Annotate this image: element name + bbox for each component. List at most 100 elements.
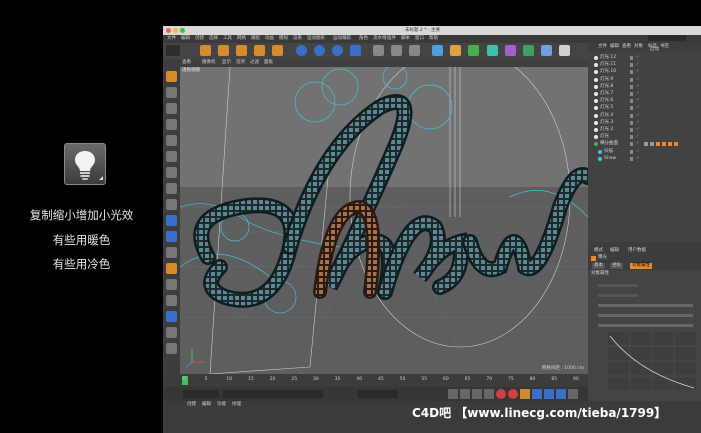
scale-key-button[interactable] [556,389,566,399]
visibility-toggle[interactable] [630,149,633,154]
material-menu-function[interactable]: 功能 [217,402,226,408]
enabled-check-icon[interactable]: ✓ [636,98,640,104]
menu-item[interactable]: 窗口 [415,36,424,42]
viewport-menu-panel[interactable]: 面板 [264,60,273,66]
obj-menu-object[interactable]: 对象 [634,44,643,50]
material-menu-edit[interactable]: 编辑 [202,402,211,408]
end-frame-field[interactable]: 90 F [358,390,398,407]
viewport-menu-options[interactable]: 选项 [236,60,245,66]
object-row[interactable]: 细分曲面 ✓ [592,141,697,148]
position-key-button[interactable] [532,389,542,399]
attr-tab-coord[interactable]: 坐标 [610,263,623,269]
visibility-toggle[interactable] [630,106,633,111]
mode-button[interactable] [166,135,177,146]
mode-button[interactable] [166,103,177,114]
visibility-toggle[interactable] [630,84,633,89]
obj-menu-edit[interactable]: 编辑 [610,44,619,50]
maximize-window-button[interactable] [180,28,185,33]
menu-item[interactable]: 运动跟踪 [333,36,351,42]
viewport-menu-filter[interactable]: 过滤 [250,60,259,66]
close-window-button[interactable] [166,28,171,33]
attr-menu-mode[interactable]: 模式 [594,248,603,254]
object-row[interactable]: 灯光.12 ✓ [592,55,697,62]
minimize-window-button[interactable] [173,28,178,33]
enabled-check-icon[interactable]: ✓ [636,77,640,83]
visibility-toggle[interactable] [630,120,633,125]
mode-button[interactable] [166,71,177,82]
coordinate-system-button[interactable] [349,45,361,56]
camera-button[interactable] [540,45,552,56]
mode-button[interactable] [166,87,177,98]
perspective-viewport[interactable]: 透视视图 网格间距 : 1000 cm [180,67,588,374]
y-axis-button[interactable] [313,45,325,56]
mode-button[interactable] [166,327,177,338]
menu-item[interactable]: 脚本 [401,36,410,42]
visibility-toggle[interactable] [630,99,633,104]
subdivision-button[interactable] [468,45,480,56]
prev-frame-button[interactable] [460,389,470,399]
material-menu-texture[interactable]: 纹理 [232,402,241,408]
z-axis-button[interactable] [331,45,343,56]
next-frame-button[interactable] [484,389,494,399]
visibility-toggle[interactable] [630,77,633,82]
attr-slider[interactable] [598,304,693,307]
mode-button[interactable] [166,247,177,258]
menu-item[interactable]: 动画 [265,36,274,42]
menu-item[interactable]: 插件 [387,36,396,42]
viewport-menu-display[interactable]: 显示 [222,60,231,66]
falloff-curve-graph[interactable] [608,332,696,390]
object-row[interactable]: 灯光.3 ✓ [592,120,697,127]
attr-field[interactable] [598,284,638,287]
menu-item[interactable]: 角色 [359,36,368,42]
layout-dropdown[interactable]: 启动 [648,35,686,52]
enabled-check-icon[interactable]: ✓ [636,84,640,90]
mode-button[interactable] [166,167,177,178]
attr-tab-basic[interactable]: 基本 [592,263,605,269]
cube-object-button[interactable] [432,45,444,56]
x-axis-button[interactable] [295,45,307,56]
add-tool-button[interactable] [272,45,284,56]
menu-item[interactable]: 编辑 [181,36,190,42]
menu-item[interactable]: 流水线 [373,36,387,42]
menu-item[interactable]: 帮助 [429,36,438,42]
material-tag-icon[interactable] [644,142,648,147]
obj-menu-file[interactable]: 文件 [598,44,607,50]
enabled-check-icon[interactable]: ✓ [636,149,640,155]
visibility-toggle[interactable] [630,92,633,96]
keyframe-selection-button[interactable] [520,389,530,399]
mode-button[interactable] [166,279,177,290]
obj-menu-view[interactable]: 查看 [622,44,631,50]
deformer-button[interactable] [504,45,516,56]
enabled-check-icon[interactable]: ✓ [636,120,640,126]
attr-menu-edit[interactable]: 编辑 [610,248,619,254]
render-region-button[interactable] [372,45,384,56]
render-view-button[interactable] [391,45,403,56]
enabled-check-icon[interactable]: ✓ [636,141,640,147]
attr-slider[interactable] [598,324,693,327]
rotate-tool-button[interactable] [254,45,266,56]
object-row[interactable]: 灯光.9 ✓ [592,77,697,84]
visibility-toggle[interactable] [630,142,633,147]
play-button[interactable] [472,389,482,399]
viewport-menu-camera[interactable]: 摄像机 [202,60,216,66]
material-tag-icon[interactable] [662,142,666,147]
record-button[interactable] [496,389,506,399]
timeline-menu-button[interactable] [568,389,578,399]
menu-item[interactable]: 网格 [237,36,246,42]
menu-item[interactable]: 工具 [223,36,232,42]
auto-key-button[interactable] [508,389,518,399]
menu-item[interactable]: 捕捉 [251,36,260,42]
enabled-check-icon[interactable]: ✓ [636,91,640,97]
scale-tool-button[interactable] [236,45,248,56]
visibility-toggle[interactable] [630,156,633,161]
mode-button[interactable] [166,151,177,162]
material-menu-create[interactable]: 创建 [187,402,196,408]
mode-button[interactable] [166,311,177,322]
obj-menu-bookmark[interactable]: 书签 [660,44,669,50]
enabled-check-icon[interactable]: ✓ [636,105,640,111]
object-row[interactable]: 灯光.5 ✓ [592,105,697,112]
undo-button[interactable] [166,45,180,56]
mode-button[interactable] [166,183,177,194]
select-tool-button[interactable] [200,45,212,56]
move-tool-button[interactable] [218,45,230,56]
